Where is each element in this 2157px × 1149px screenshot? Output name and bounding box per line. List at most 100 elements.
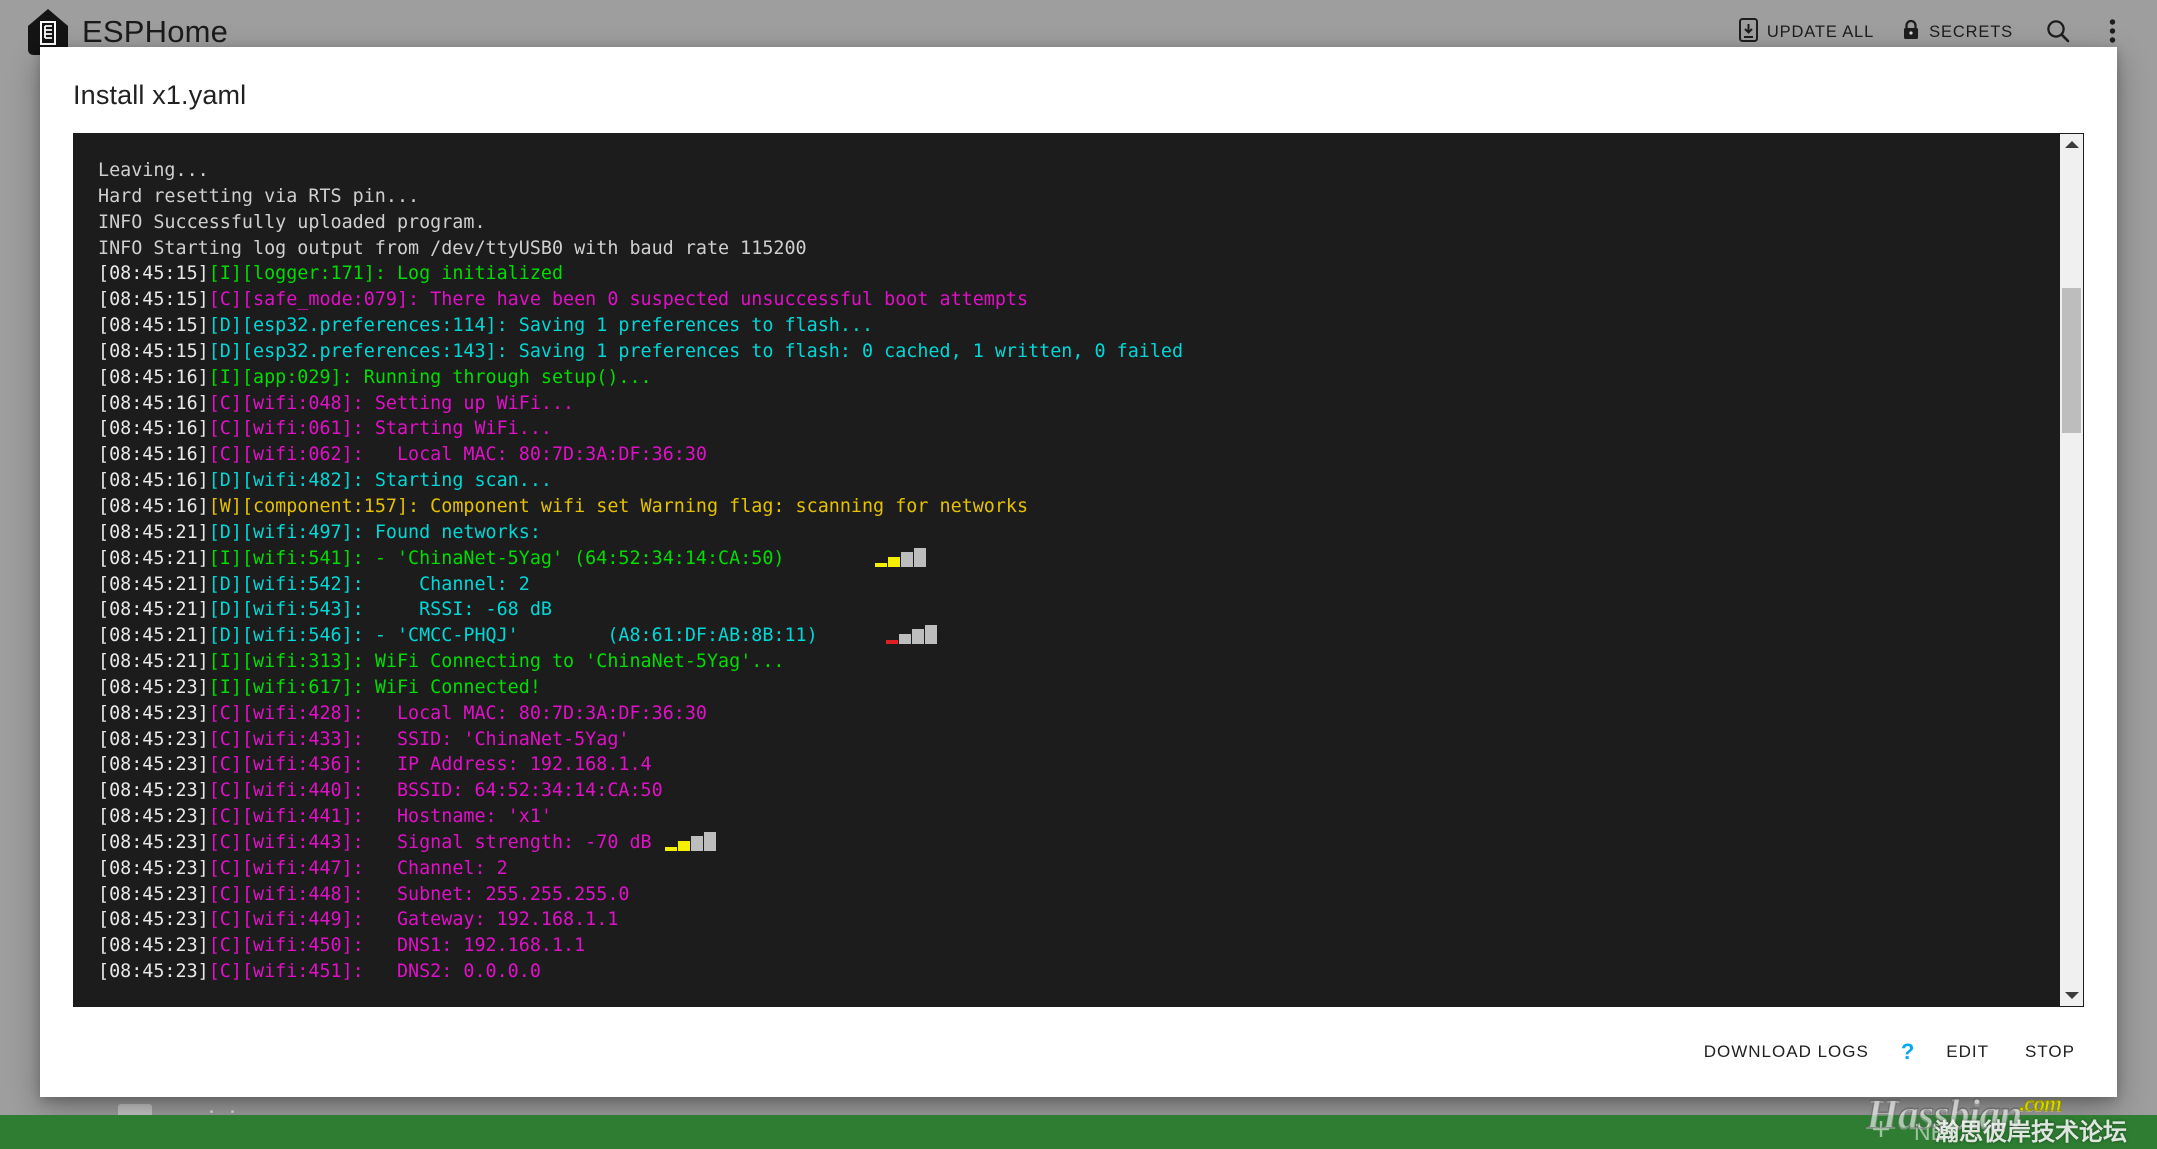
log-text: [I][wifi:541]: - 'ChinaNet-5Yag' (64:52:… — [208, 547, 785, 569]
taskbar: NE — [0, 1115, 2157, 1149]
log-line: [08:45:16][C][wifi:061]: Starting WiFi..… — [98, 416, 2060, 442]
log-text: [D][wifi:542]: Channel: 2 — [208, 573, 530, 595]
log-text: [C][wifi:441]: Hostname: 'x1' — [208, 806, 552, 828]
log-line: [08:45:23][C][wifi:447]: Channel: 2 — [98, 856, 2060, 882]
more-vertical-icon — [2109, 18, 2116, 47]
wifi-signal-strength-icon — [886, 625, 938, 645]
log-text: [I][app:029]: Running through setup()... — [208, 366, 652, 388]
log-line: [08:45:16][D][wifi:482]: Starting scan..… — [98, 468, 2060, 494]
log-line: [08:45:21][D][wifi:497]: Found networks: — [98, 520, 2060, 546]
log-text: [C][wifi:433]: SSID: 'ChinaNet-5Yag' — [208, 728, 630, 750]
log-text: [08:45:16] — [98, 495, 209, 517]
chevron-up-icon — [2064, 141, 2079, 148]
page-title: ESPHome — [82, 14, 229, 49]
install-dialog: Install x1.yaml Leaving... Hard resetting… — [40, 47, 2117, 1097]
log-text: [I][wifi:617]: WiFi Connected! — [208, 676, 541, 698]
log-text: [08:45:21] — [98, 651, 209, 673]
log-line: [08:45:15][D][esp32.preferences:114]: Sa… — [98, 313, 2060, 339]
edit-button[interactable]: EDIT — [1928, 1030, 2007, 1074]
scrollbar-thumb[interactable] — [2062, 287, 2081, 434]
log-text: [08:45:23] — [98, 702, 209, 724]
log-text: [08:45:16] — [98, 470, 209, 492]
log-text: [C][wifi:451]: DNS2: 0.0.0.0 — [208, 961, 541, 983]
log-text: [D][esp32.preferences:143]: Saving 1 pre… — [208, 340, 1184, 362]
secrets-label: SECRETS — [1929, 22, 2013, 41]
log-text: [08:45:16] — [98, 366, 209, 388]
scroll-up-button[interactable] — [2060, 134, 2083, 155]
download-logs-button[interactable]: DOWNLOAD LOGS — [1686, 1030, 1887, 1074]
download-to-device-icon — [1738, 17, 1758, 47]
log-text: [I][logger:171]: Log initialized — [208, 263, 564, 285]
log-text: [08:45:23] — [98, 676, 209, 698]
log-line: INFO Starting log output from /dev/ttyUS… — [98, 236, 2060, 262]
log-text: [C][wifi:440]: BSSID: 64:52:34:14:CA:50 — [208, 780, 663, 802]
lock-icon — [1902, 19, 1920, 46]
update-all-label: UPDATE ALL — [1766, 22, 1875, 41]
log-text: [C][wifi:062]: Local MAC: 80:7D:3A:DF:36… — [208, 444, 707, 466]
log-text: [D][wifi:546]: - 'CMCC-PHQJ' (A8:61:DF:A… — [208, 625, 818, 647]
log-line: [08:45:16][I][app:029]: Running through … — [98, 365, 2060, 391]
log-line: [08:45:23][C][wifi:433]: SSID: 'ChinaNet… — [98, 727, 2060, 753]
log-line: [08:45:15][I][logger:171]: Log initializ… — [98, 261, 2060, 287]
log-console-output[interactable]: Leaving... Hard resetting via RTS pin... I… — [74, 134, 2060, 1006]
log-text: [C][wifi:428]: Local MAC: 80:7D:3A:DF:36… — [208, 702, 707, 724]
log-line: [08:45:21][D][wifi:542]: Channel: 2 — [98, 572, 2060, 598]
log-text: [C][safe_mode:079]: There have been 0 su… — [208, 289, 1029, 311]
log-scrollbar[interactable] — [2060, 134, 2083, 1006]
help-button[interactable]: ? — [1887, 1031, 1928, 1073]
log-text: [08:45:23] — [98, 780, 209, 802]
log-line: [08:45:21][D][wifi:546]: - 'CMCC-PHQJ' (… — [98, 623, 2060, 649]
plus-icon[interactable] — [1870, 1118, 1892, 1146]
log-line: [08:45:16][C][wifi:048]: Setting up WiFi… — [98, 391, 2060, 417]
secrets-button[interactable]: SECRETS — [1888, 13, 2027, 52]
log-text: [C][wifi:436]: IP Address: 192.168.1.4 — [208, 754, 652, 776]
log-text: [08:45:21] — [98, 599, 209, 621]
log-text: [C][wifi:448]: Subnet: 255.255.255.0 — [208, 883, 630, 905]
log-text: [C][wifi:061]: Starting WiFi... — [208, 418, 552, 440]
log-line: INFO Successfully uploaded program. — [98, 210, 2060, 236]
log-text: [08:45:21] — [98, 547, 209, 569]
log-text: [08:45:23] — [98, 831, 209, 853]
log-line: Leaving... — [98, 158, 2060, 184]
log-text: [08:45:15] — [98, 263, 209, 285]
log-text: [D][esp32.preferences:114]: Saving 1 pre… — [208, 315, 874, 337]
log-line: [08:45:23][C][wifi:440]: BSSID: 64:52:34… — [98, 778, 2060, 804]
log-text: [08:45:23] — [98, 961, 209, 983]
search-icon — [2045, 18, 2071, 47]
log-line: [08:45:16][W][component:157]: Component … — [98, 494, 2060, 520]
log-text: [W][component:157]: Component wifi set W… — [208, 495, 1029, 517]
dialog-title: Install x1.yaml — [73, 80, 247, 110]
log-console-container: Leaving... Hard resetting via RTS pin... I… — [73, 133, 2084, 1007]
log-line: [08:45:23][I][wifi:617]: WiFi Connected! — [98, 675, 2060, 701]
log-line: [08:45:23][C][wifi:448]: Subnet: 255.255… — [98, 882, 2060, 908]
stop-button[interactable]: STOP — [2007, 1030, 2093, 1074]
log-text: [D][wifi:497]: Found networks: — [208, 521, 541, 543]
log-line: [08:45:23][C][wifi:451]: DNS2: 0.0.0.0 — [98, 959, 2060, 985]
log-text: [C][wifi:450]: DNS1: 192.168.1.1 — [208, 935, 586, 957]
log-line: [08:45:23][C][wifi:449]: Gateway: 192.16… — [98, 907, 2060, 933]
desktop-background: 中文输入法设置 minicom ESPHome — [0, 0, 2157, 1149]
log-line: [08:45:16][C][wifi:062]: Local MAC: 80:7… — [98, 442, 2060, 468]
log-text: [08:45:15] — [98, 340, 209, 362]
log-text: [08:45:23] — [98, 728, 209, 750]
scrollbar-track[interactable] — [2060, 155, 2083, 985]
log-text: [08:45:16] — [98, 444, 209, 466]
log-text: [08:45:16] — [98, 392, 209, 414]
log-line: [08:45:23][C][wifi:441]: Hostname: 'x1' — [98, 804, 2060, 830]
taskbar-label: NE — [1914, 1118, 1946, 1145]
log-text: [08:45:21] — [98, 625, 209, 647]
log-text: [D][wifi:482]: Starting scan... — [208, 470, 552, 492]
log-text: [08:45:21] — [98, 521, 209, 543]
log-text: Leaving... — [98, 160, 209, 181]
log-line: [08:45:21][I][wifi:313]: WiFi Connecting… — [98, 649, 2060, 675]
log-text: INFO Starting log output from /dev/ttyUS… — [98, 237, 807, 259]
scroll-down-button[interactable] — [2060, 985, 2083, 1006]
log-text: [08:45:23] — [98, 754, 209, 776]
log-text: [C][wifi:447]: Channel: 2 — [208, 857, 508, 879]
log-line: [08:45:21][D][wifi:543]: RSSI: -68 dB — [98, 597, 2060, 623]
log-text: [I][wifi:313]: WiFi Connecting to 'China… — [208, 651, 785, 673]
log-text: [08:45:21] — [98, 573, 209, 595]
log-text: [08:45:23] — [98, 935, 209, 957]
